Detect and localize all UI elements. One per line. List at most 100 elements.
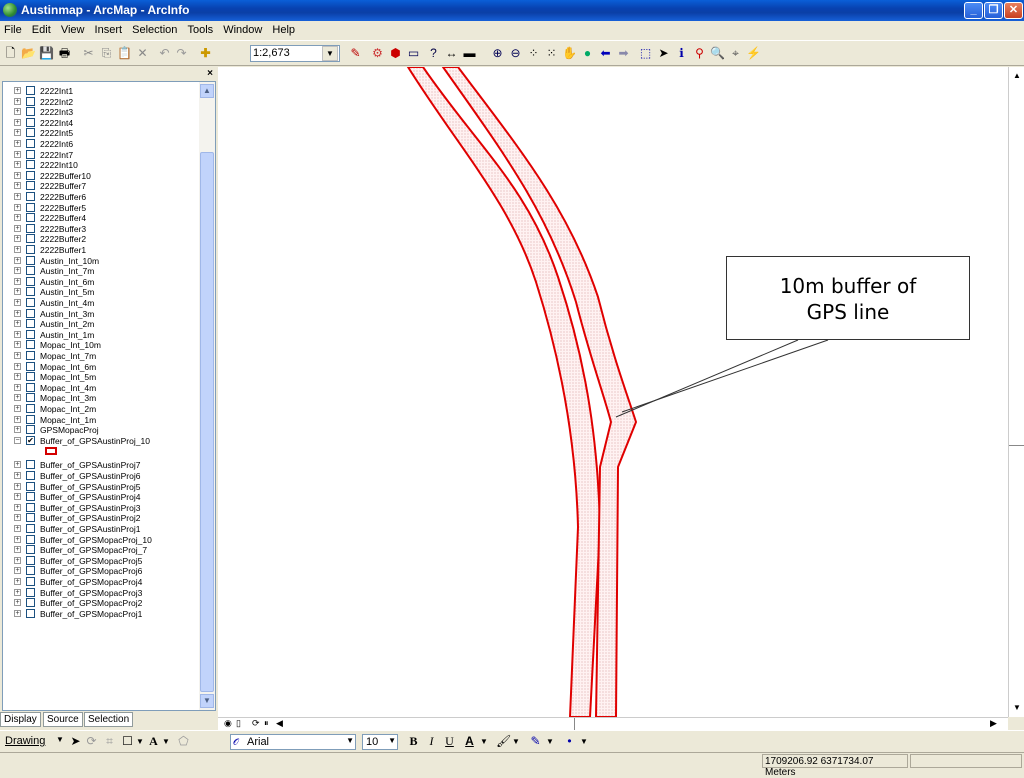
layer-visibility-checkbox[interactable] (26, 555, 35, 565)
menu-selection[interactable]: Selection (128, 21, 180, 36)
layer-visibility-checkbox[interactable] (26, 513, 35, 523)
find-icon[interactable]: 🔍 (710, 46, 725, 61)
window-toggle-icon[interactable]: ▬ (462, 46, 477, 61)
layer-visibility-checkbox[interactable] (26, 213, 35, 223)
toc-scrollbar[interactable]: ▲ ▼ (199, 82, 215, 710)
line-color-icon[interactable]: ✎ (528, 734, 543, 749)
underline-icon[interactable]: U (442, 734, 457, 749)
pointer-icon[interactable]: ➤ (656, 46, 671, 61)
layer-visibility-checkbox[interactable] (26, 234, 35, 244)
close-icon[interactable]: × (204, 69, 216, 79)
expand-icon[interactable]: + (14, 330, 21, 338)
layer-visibility-checkbox[interactable] (26, 117, 35, 127)
expand-icon[interactable]: + (14, 246, 21, 253)
editor-icon[interactable]: ✎ (348, 46, 363, 61)
chevron-down-icon[interactable]: ▼ (480, 737, 488, 746)
expand-icon[interactable]: + (14, 214, 21, 222)
scroll-left-icon[interactable]: ◀ (276, 718, 283, 729)
layer-visibility-checkbox[interactable] (26, 86, 35, 95)
lightning-icon[interactable]: ⚡ (746, 46, 761, 61)
expand-icon[interactable]: + (14, 472, 21, 479)
expand-icon[interactable]: + (14, 405, 21, 412)
layer-visibility-checkbox[interactable] (26, 361, 35, 371)
layer-visibility-checkbox[interactable] (26, 245, 35, 254)
expand-icon[interactable]: + (14, 224, 21, 232)
expand-icon[interactable]: + (14, 493, 21, 501)
layer-visibility-checkbox[interactable] (26, 382, 35, 392)
layer-visibility-checkbox[interactable] (26, 481, 35, 491)
menu-insert[interactable]: Insert (91, 21, 126, 36)
expand-icon[interactable]: + (14, 108, 21, 116)
expand-icon[interactable]: + (14, 373, 21, 381)
font-select[interactable]: 𝒪 Arial ▼ (230, 734, 356, 750)
layer-visibility-checkbox[interactable] (26, 502, 35, 512)
edit-vertices-icon[interactable]: ⬠ (176, 734, 191, 749)
fixed-zoom-out-icon[interactable]: ⁙ (544, 46, 559, 61)
layer-visibility-checkbox[interactable] (26, 393, 35, 403)
scroll-down-icon[interactable]: ▼ (1013, 703, 1021, 712)
scroll-down-icon[interactable]: ▼ (200, 694, 214, 708)
layer-visibility-checkbox[interactable] (26, 545, 35, 555)
hyperlink-icon[interactable]: ⚲ (692, 46, 707, 61)
layer-visibility-checkbox[interactable] (26, 577, 35, 586)
expand-icon[interactable]: + (14, 588, 21, 596)
layer-visibility-checkbox[interactable] (26, 598, 35, 608)
layout-view-icon[interactable]: ◉ (224, 718, 232, 729)
font-size-select[interactable]: 10 ▼ (362, 734, 398, 750)
chevron-down-icon[interactable]: ▼ (162, 737, 170, 746)
scroll-thumb[interactable] (574, 718, 575, 730)
expand-icon[interactable]: + (14, 383, 21, 391)
layer-visibility-checkbox[interactable] (26, 266, 35, 276)
full-extent-icon[interactable]: ● (580, 46, 595, 61)
expand-icon[interactable]: + (14, 299, 21, 306)
arccatalog-icon[interactable]: ⬢ (388, 46, 403, 61)
chevron-down-icon[interactable]: ▼ (56, 735, 64, 744)
add-data-icon[interactable]: ✚ (198, 46, 213, 61)
layer-visibility-checkbox[interactable] (26, 319, 35, 329)
data-view-icon[interactable]: ▯ (236, 718, 241, 729)
layer-visibility-checkbox[interactable] (26, 404, 35, 413)
expand-icon[interactable]: + (14, 309, 21, 317)
map-canvas[interactable] (218, 67, 1008, 717)
expand-icon[interactable]: + (14, 203, 21, 211)
select-elements-icon[interactable]: ➤ (68, 734, 83, 749)
chevron-down-icon[interactable]: ▼ (346, 736, 354, 745)
layer-visibility-checkbox[interactable] (26, 139, 35, 148)
expand-icon[interactable]: + (14, 394, 21, 402)
maximize-button[interactable]: ❐ (984, 2, 1003, 19)
expand-icon[interactable]: + (14, 482, 21, 490)
expand-icon[interactable]: + (14, 525, 21, 532)
layer-visibility-checkbox[interactable] (26, 351, 35, 360)
menu-window[interactable]: Window (219, 21, 265, 36)
expand-icon[interactable]: + (14, 150, 21, 158)
expand-icon[interactable]: + (14, 87, 21, 94)
rotate-icon[interactable]: ⟳ (84, 734, 99, 749)
layer-visibility-checkbox[interactable] (26, 202, 35, 212)
expand-icon[interactable]: + (14, 609, 21, 617)
layer-visibility-checkbox[interactable] (26, 340, 35, 350)
expand-icon[interactable]: + (14, 461, 21, 469)
chevron-down-icon[interactable]: ▼ (512, 737, 520, 746)
expand-icon[interactable]: + (14, 514, 21, 522)
save-icon[interactable]: 💾 (39, 46, 54, 61)
layer-visibility-checkbox[interactable] (26, 149, 35, 159)
menu-view[interactable]: View (57, 21, 88, 36)
expand-icon[interactable]: + (14, 503, 21, 511)
chevron-down-icon[interactable]: ▼ (322, 46, 338, 61)
expand-icon[interactable]: + (14, 362, 21, 370)
zoom-out-icon[interactable]: ⊖ (508, 46, 523, 61)
rectangle-icon[interactable]: ☐ (120, 734, 135, 749)
layer-visibility-checkbox[interactable] (26, 566, 35, 576)
expand-icon[interactable]: + (14, 277, 21, 285)
layer-visibility-checkbox[interactable] (26, 170, 35, 180)
layer-visibility-checkbox[interactable] (26, 192, 35, 201)
expand-icon[interactable]: + (14, 341, 21, 349)
identify-icon[interactable]: ℹ (674, 46, 689, 61)
select-features-icon[interactable]: ⬚ (638, 46, 653, 61)
tab-display[interactable]: Display (0, 712, 41, 727)
delete-icon[interactable]: ✕ (135, 46, 150, 61)
collapse-icon[interactable]: − (14, 436, 21, 444)
forward-icon[interactable]: ➡ (616, 46, 631, 61)
pause-icon[interactable]: ⏸ (264, 718, 269, 729)
menu-file[interactable]: File (0, 21, 25, 36)
